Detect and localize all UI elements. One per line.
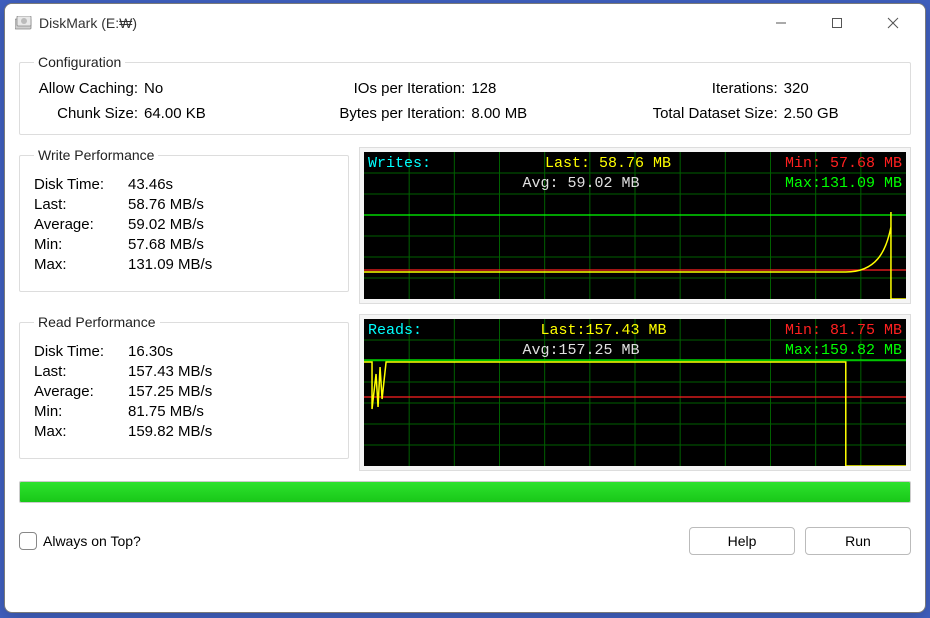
total-dataset-label: Total Dataset Size: (609, 105, 784, 122)
write-disktime-value: 43.46s (128, 176, 173, 193)
maximize-button[interactable] (809, 5, 865, 41)
write-chart-container: Writes: Last: 58.76 MB Min: 57.68 MB Avg… (359, 147, 911, 304)
main-window: DiskMark (E:₩) Configuration Allow Cachi… (4, 3, 926, 613)
write-max-label: Max: (34, 256, 128, 273)
configuration-group: Configuration Allow Caching:No IOs per I… (19, 54, 911, 135)
read-min-value: 81.75 MB/s (128, 403, 204, 420)
read-avg-value: 157.25 MB/s (128, 383, 212, 400)
progress-fill (20, 482, 910, 502)
read-disktime-label: Disk Time: (34, 343, 128, 360)
chunk-size-label: Chunk Size: (34, 105, 144, 122)
write-min-label: Min: (34, 236, 128, 253)
write-min-value: 57.68 MB/s (128, 236, 204, 253)
progress-bar (19, 481, 911, 503)
ios-per-iteration-value: 128 (471, 80, 496, 97)
read-max-label: Max: (34, 423, 128, 440)
read-max-value: 159.82 MB/s (128, 423, 212, 440)
write-last-value: 58.76 MB/s (128, 196, 204, 213)
window-title: DiskMark (E:₩) (39, 15, 137, 31)
read-last-value: 157.43 MB/s (128, 363, 212, 380)
chunk-size-value: 64.00 KB (144, 105, 206, 122)
read-avg-label: Average: (34, 383, 128, 400)
help-button[interactable]: Help (689, 527, 795, 555)
ios-per-iteration-label: IOs per Iteration: (321, 80, 471, 97)
bytes-per-iteration-value: 8.00 MB (471, 105, 527, 122)
always-on-top-label: Always on Top? (43, 533, 141, 549)
write-last-label: Last: (34, 196, 128, 213)
bytes-per-iteration-label: Bytes per Iteration: (321, 105, 471, 122)
titlebar[interactable]: DiskMark (E:₩) (5, 4, 925, 42)
read-chart-container: Reads: Last:157.43 MB Min: 81.75 MB Avg:… (359, 314, 911, 471)
read-last-label: Last: (34, 363, 128, 380)
write-performance-legend: Write Performance (34, 147, 158, 163)
write-chart: Writes: Last: 58.76 MB Min: 57.68 MB Avg… (364, 152, 906, 299)
allow-caching-label: Allow Caching: (34, 80, 144, 97)
iterations-value: 320 (784, 80, 809, 97)
read-min-label: Min: (34, 403, 128, 420)
read-chart: Reads: Last:157.43 MB Min: 81.75 MB Avg:… (364, 319, 906, 466)
run-button[interactable]: Run (805, 527, 911, 555)
write-max-value: 131.09 MB/s (128, 256, 212, 273)
read-disktime-value: 16.30s (128, 343, 173, 360)
minimize-button[interactable] (753, 5, 809, 41)
write-disktime-label: Disk Time: (34, 176, 128, 193)
read-performance-legend: Read Performance (34, 314, 160, 330)
read-performance-group: Read Performance Disk Time:16.30s Last:1… (19, 314, 349, 459)
write-performance-group: Write Performance Disk Time:43.46s Last:… (19, 147, 349, 292)
allow-caching-value: No (144, 80, 163, 97)
iterations-label: Iterations: (609, 80, 784, 97)
close-button[interactable] (865, 5, 921, 41)
total-dataset-value: 2.50 GB (784, 105, 839, 122)
app-icon (15, 16, 33, 30)
always-on-top-checkbox[interactable]: Always on Top? (19, 532, 141, 550)
write-avg-value: 59.02 MB/s (128, 216, 204, 233)
configuration-legend: Configuration (34, 54, 125, 70)
write-avg-label: Average: (34, 216, 128, 233)
checkbox-icon (19, 532, 37, 550)
